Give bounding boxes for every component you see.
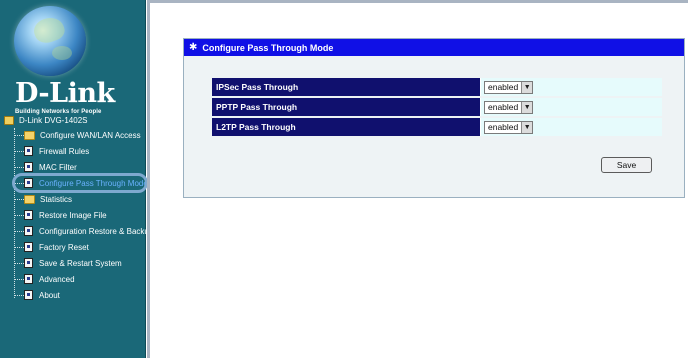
sidebar-item-label: Restore Image File <box>39 210 107 220</box>
sidebar-item-label: Configuration Restore & Backup <box>39 226 154 236</box>
sidebar-item-label: Firewall Rules <box>39 146 90 156</box>
sidebar-item-configuration-restore-backup[interactable]: Configuration Restore & Backup <box>14 223 153 239</box>
sidebar-item-configure-pass-through[interactable]: Configure Pass Through Mode <box>14 175 148 191</box>
sidebar-item-factory-reset[interactable]: Factory Reset <box>14 239 89 255</box>
folder-icon <box>24 194 35 204</box>
folder-icon <box>24 130 35 140</box>
sidebar-item-label: Factory Reset <box>39 242 89 252</box>
brand-logo: D-Link <box>15 78 115 109</box>
sidebar-item-label: Configure WAN/LAN Access <box>40 130 141 140</box>
setting-value-cell: enabled ▼ <box>480 118 662 136</box>
page-icon <box>24 226 33 236</box>
globe-logo-icon <box>14 6 86 76</box>
sidebar-item-configure-wan-lan[interactable]: Configure WAN/LAN Access <box>14 127 141 143</box>
sidebar-item-statistics[interactable]: Statistics <box>14 191 72 207</box>
chevron-down-icon[interactable]: ▼ <box>521 121 533 133</box>
sidebar-item-label: About <box>39 290 60 300</box>
brand-tagline: Building Networks for People <box>15 109 102 115</box>
sidebar-item-label: Advanced <box>39 274 75 284</box>
l2tp-select[interactable]: enabled ▼ <box>484 120 534 134</box>
setting-label: PPTP Pass Through <box>212 98 480 116</box>
sidebar-item-save-restart[interactable]: Save & Restart System <box>14 255 122 271</box>
select-value: enabled <box>488 122 519 132</box>
page-icon <box>24 290 33 300</box>
setting-row-ipsec: IPSec Pass Through enabled ▼ <box>212 78 662 96</box>
sidebar-item-label: MAC Filter <box>39 162 77 172</box>
sidebar-item-advanced[interactable]: Advanced <box>14 271 75 287</box>
setting-label: L2TP Pass Through <box>212 118 480 136</box>
sidebar-item-label: Statistics <box>40 194 73 204</box>
setting-row-pptp: PPTP Pass Through enabled ▼ <box>212 98 662 116</box>
select-value: enabled <box>488 82 519 92</box>
sidebar-item-restore-image-file[interactable]: Restore Image File <box>14 207 107 223</box>
nav-root-label: D-Link DVG-1402S <box>19 116 88 125</box>
setting-value-cell: enabled ▼ <box>480 78 662 96</box>
pptp-select[interactable]: enabled ▼ <box>484 100 534 114</box>
sidebar-item-mac-filter[interactable]: MAC Filter <box>14 159 77 175</box>
panel-title: Configure Pass Through Mode <box>202 42 334 53</box>
page-icon <box>24 178 33 188</box>
router-admin-window: D-Link Building Networks for People D-Li… <box>0 0 688 358</box>
sidebar-item-about[interactable]: About <box>14 287 60 303</box>
chevron-down-icon[interactable]: ▼ <box>521 101 533 113</box>
ipsec-select[interactable]: enabled ▼ <box>484 80 534 94</box>
page-icon <box>24 242 33 252</box>
page-icon <box>24 258 33 268</box>
chevron-down-icon[interactable]: ▼ <box>521 81 533 93</box>
config-star-icon: ✱ <box>189 42 198 53</box>
page-icon <box>24 146 33 156</box>
select-value: enabled <box>488 102 519 112</box>
folder-open-icon <box>4 116 14 125</box>
sidebar: D-Link Building Networks for People D-Li… <box>0 0 153 358</box>
sidebar-item-label: Configure Pass Through Mode <box>39 178 148 188</box>
save-button[interactable]: Save <box>601 157 652 173</box>
setting-row-l2tp: L2TP Pass Through enabled ▼ <box>212 118 662 136</box>
setting-label: IPSec Pass Through <box>212 78 480 96</box>
sidebar-item-label: Save & Restart System <box>39 258 122 268</box>
page-icon <box>24 162 33 172</box>
sidebar-item-firewall-rules[interactable]: Firewall Rules <box>14 143 89 159</box>
pass-through-panel: ✱ Configure Pass Through Mode IPSec Pass… <box>183 38 685 198</box>
page-icon <box>24 274 33 284</box>
main-content: ✱ Configure Pass Through Mode IPSec Pass… <box>147 0 688 358</box>
setting-value-cell: enabled ▼ <box>480 98 662 116</box>
page-icon <box>24 210 33 220</box>
nav-root-device[interactable]: D-Link DVG-1402S <box>4 116 87 125</box>
panel-title-bar: ✱ Configure Pass Through Mode <box>184 39 684 56</box>
